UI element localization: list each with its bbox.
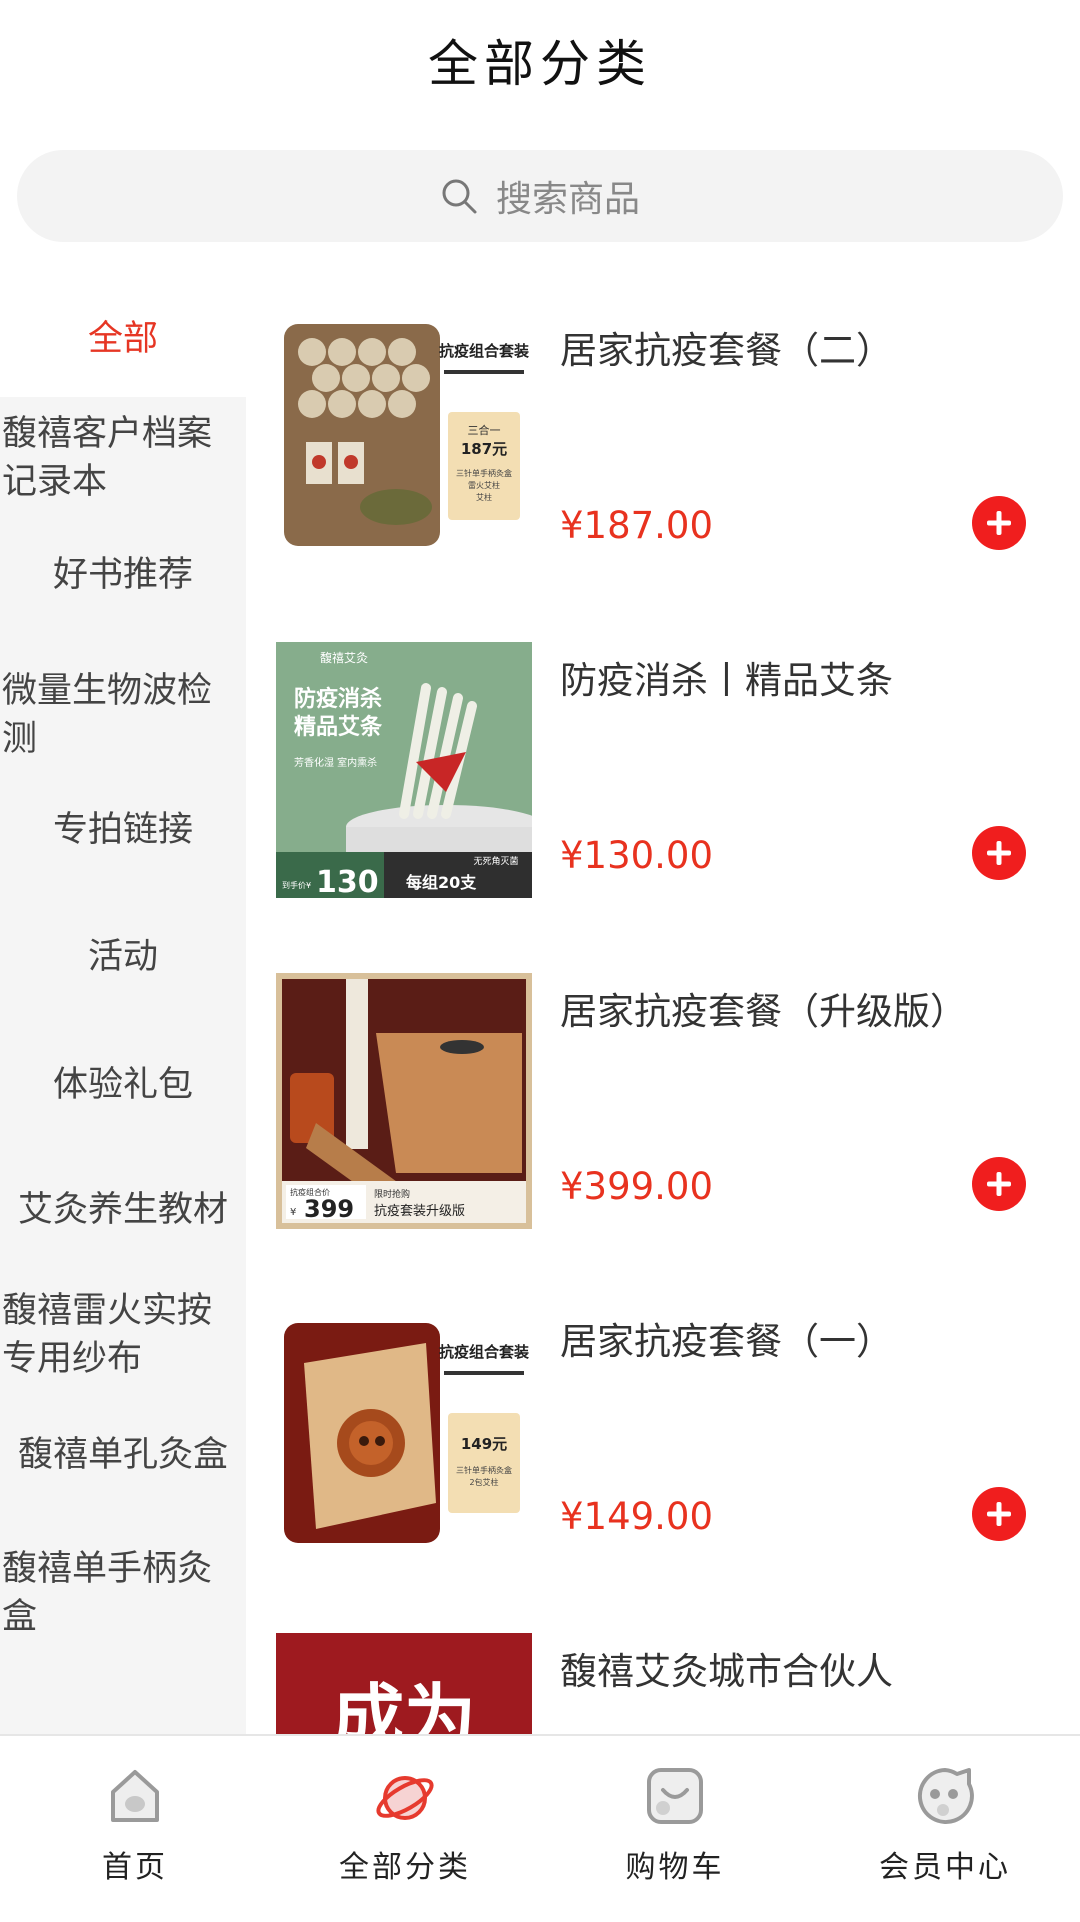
- product-card[interactable]: 成为 馥禧艾灸城市合伙人: [276, 1633, 1046, 1734]
- category-bio-wave-test[interactable]: 微量生物波检测: [0, 660, 234, 770]
- category-special-link[interactable]: 专拍链接: [0, 795, 246, 865]
- category-trial-pack[interactable]: 体验礼包: [0, 1050, 246, 1120]
- product-image-text: 无死角灭菌: [473, 855, 518, 867]
- search-icon: [442, 179, 477, 214]
- planet-icon: [376, 1776, 434, 1820]
- add-to-cart-button[interactable]: [972, 1157, 1026, 1211]
- product-image-text: 抗疫组合套装: [439, 1343, 530, 1361]
- product-image-text: 雷火艾柱: [468, 480, 500, 490]
- product-image-text: 187元: [461, 440, 507, 458]
- category-single-hole-box[interactable]: 馥禧单孔灸盒: [0, 1420, 246, 1490]
- add-to-cart-button[interactable]: [972, 826, 1026, 880]
- search-bar[interactable]: 搜索商品: [17, 150, 1063, 242]
- product-image[interactable]: 成为: [276, 1633, 532, 1734]
- product-image-text: 149元: [461, 1435, 507, 1453]
- product-image-text: 艾柱: [476, 492, 492, 502]
- tab-cart[interactable]: 购物车: [540, 1736, 810, 1922]
- product-name[interactable]: 馥禧艾灸城市合伙人: [560, 1641, 893, 1695]
- product-image-text: 精品艾条: [294, 714, 383, 740]
- product-image-text: 三合一: [468, 423, 501, 437]
- category-handle-box[interactable]: 馥禧单手柄灸盒: [0, 1538, 234, 1648]
- product-image-text: 2包艾柱: [469, 1477, 498, 1487]
- product-image-text: 三针单手柄灸盒: [456, 1465, 512, 1475]
- product-card[interactable]: 抗疫组合价 ¥ 399 限时抢购 抗疫套装升级版 居家抗疫套餐（升级版） ¥39…: [276, 973, 1046, 1233]
- tab-member-label: 会员中心: [879, 1850, 1011, 1885]
- product-image-text: 到手价¥: [282, 880, 311, 890]
- product-image-text: 成为: [332, 1675, 476, 1734]
- tab-member-center[interactable]: 会员中心: [810, 1736, 1080, 1922]
- category-customer-records[interactable]: 馥禧客户档案记录本: [0, 403, 234, 513]
- tab-cart-label: 购物车: [625, 1850, 725, 1885]
- product-price: ¥399.00: [560, 1165, 714, 1208]
- product-card[interactable]: 抗疫组合套装 三合一 187元 三针单手柄灸盒 雷火艾柱 艾柱 居家抗疫套餐（二…: [276, 312, 1046, 572]
- add-to-cart-button[interactable]: [972, 496, 1026, 550]
- product-image-text: 馥禧艾灸: [320, 651, 368, 665]
- product-image-text: 芳香化湿 室内熏杀: [294, 756, 377, 769]
- tab-home-label: 首页: [102, 1850, 168, 1885]
- category-activities[interactable]: 活动: [0, 922, 246, 992]
- tab-home[interactable]: 首页: [0, 1736, 270, 1922]
- product-image[interactable]: 馥禧艾灸 防疫消杀 精品艾条 芳香化湿 室内熏杀 无死角灭菌 到手价¥ 130 …: [276, 642, 532, 898]
- product-name[interactable]: 居家抗疫套餐（一）: [560, 1311, 893, 1365]
- product-card[interactable]: 抗疫组合套装 149元 三针单手柄灸盒 2包艾柱 居家抗疫套餐（一） ¥149.…: [276, 1303, 1046, 1563]
- product-image-text: 三针单手柄灸盒: [456, 468, 512, 478]
- page-title: 全部分类: [428, 35, 652, 93]
- product-card[interactable]: 馥禧艾灸 防疫消杀 精品艾条 芳香化湿 室内熏杀 无死角灭菌 到手价¥ 130 …: [276, 642, 1046, 902]
- product-image[interactable]: 抗疫组合价 ¥ 399 限时抢购 抗疫套装升级版: [276, 973, 532, 1229]
- product-name[interactable]: 居家抗疫套餐（升级版）: [560, 981, 967, 1035]
- product-image[interactable]: 抗疫组合套装 三合一 187元 三针单手柄灸盒 雷火艾柱 艾柱: [276, 312, 532, 568]
- category-all[interactable]: 全部: [0, 280, 246, 397]
- product-price: ¥149.00: [560, 1495, 714, 1538]
- category-sidebar[interactable]: 全部 馥禧客户档案记录本 好书推荐 微量生物波检测 专拍链接 活动 体验礼包 艾…: [0, 280, 246, 1735]
- product-image-text: 399: [304, 1195, 354, 1223]
- product-image-text: 每组20支: [406, 873, 477, 892]
- add-to-cart-button[interactable]: [972, 1487, 1026, 1541]
- product-image[interactable]: 抗疫组合套装 149元 三针单手柄灸盒 2包艾柱: [276, 1303, 532, 1559]
- product-image-text: 抗疫组合套装: [439, 342, 530, 360]
- product-name[interactable]: 居家抗疫套餐（二）: [560, 320, 893, 374]
- category-gauze[interactable]: 馥禧雷火实按专用纱布: [0, 1280, 234, 1390]
- category-books[interactable]: 好书推荐: [0, 540, 246, 610]
- category-textbooks[interactable]: 艾灸养生教材: [0, 1175, 246, 1245]
- product-image-text: 防疫消杀: [294, 686, 382, 712]
- product-image-text: ¥: [290, 1207, 296, 1218]
- product-name[interactable]: 防疫消杀丨精品艾条: [560, 650, 893, 704]
- search-placeholder: 搜索商品: [495, 179, 640, 220]
- product-image-text: 限时抢购: [374, 1188, 410, 1200]
- product-image-text: 130: [316, 865, 379, 898]
- product-image-text: 抗疫套装升级版: [374, 1203, 465, 1219]
- product-price: ¥187.00: [560, 504, 714, 547]
- tab-categories[interactable]: 全部分类: [270, 1736, 540, 1922]
- cart-icon: [647, 1768, 703, 1824]
- product-price: ¥130.00: [560, 834, 714, 877]
- home-icon: [111, 1770, 159, 1822]
- tab-categories-label: 全部分类: [339, 1850, 471, 1885]
- bottom-tab-bar: 首页 全部分类 购物车 会员中心: [0, 1734, 1080, 1922]
- member-icon: [918, 1768, 974, 1824]
